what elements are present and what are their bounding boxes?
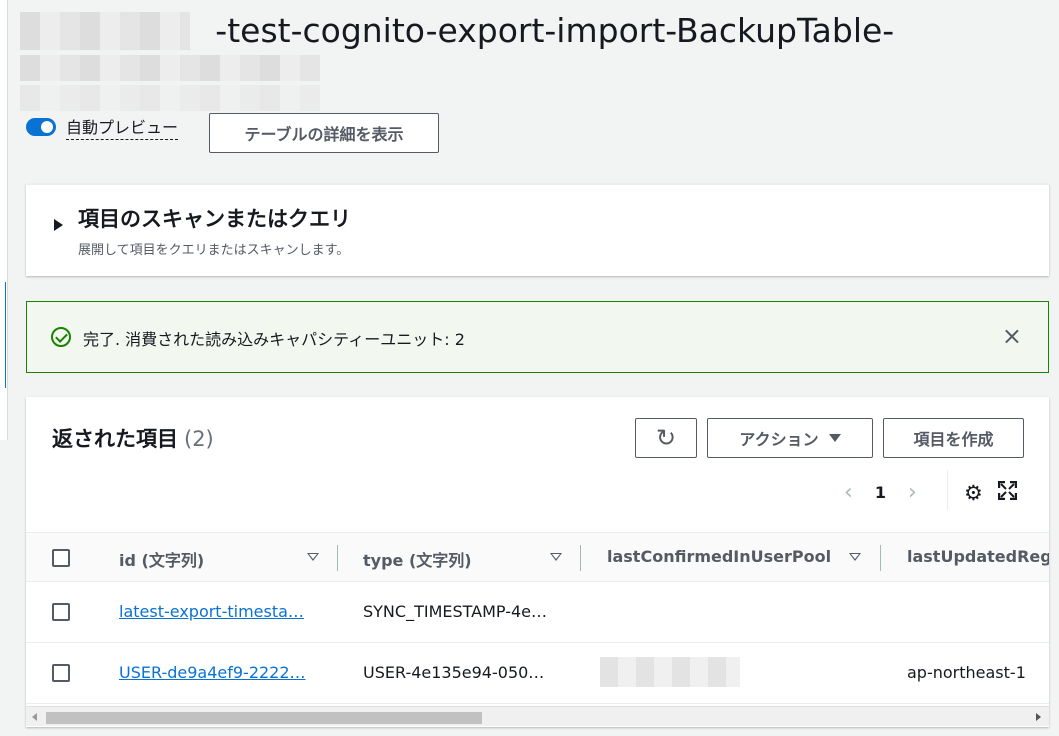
actions-label: アクション [739, 430, 819, 449]
scan-query-panel[interactable]: 項目のスキャンまたはクエリ 展開して項目をクエリまたはスキャンします。 [26, 184, 1049, 276]
item-last-updated-region: ap-northeast-1 [907, 663, 1026, 682]
table-header: id (文字列) type (文字列) lastConfirmedInUserP… [26, 532, 1049, 582]
page-number[interactable]: 1 [875, 483, 886, 502]
items-title: 返された項目 (2) [52, 423, 214, 453]
scan-panel-description: 展開して項目をクエリまたはスキャンします。 [78, 243, 350, 258]
success-banner: 完了. 消費された読み込みキャパシティーユニット: 2 × [26, 301, 1049, 373]
select-all-checkbox[interactable] [52, 549, 70, 567]
view-table-details-button[interactable]: テーブルの詳細を表示 [209, 113, 439, 153]
scrollbar-thumb[interactable] [46, 712, 482, 724]
dynamodb-explore-items-page: xxxxxxxxxx-test-cognito-export-import-Ba… [0, 0, 1059, 736]
sort-icon[interactable] [849, 553, 861, 561]
scroll-right-icon[interactable] [1036, 713, 1041, 721]
items-title-text: 返された項目 [52, 427, 178, 451]
sort-icon[interactable] [550, 553, 562, 561]
pagination: ‹ 1 › [844, 480, 917, 505]
success-check-icon [51, 327, 71, 347]
scan-panel-title[interactable]: 項目のスキャンまたはクエリ [78, 203, 351, 233]
column-header-type[interactable]: type (文字列) [363, 547, 472, 571]
item-type: SYNC_TIMESTAMP-4e… [363, 602, 548, 621]
table-row: latest-export-timesta… SYNC_TIMESTAMP-4e… [26, 582, 1049, 643]
returned-items-panel: 返された項目 (2) ↻ アクション 項目を作成 ‹ 1 › ⚙ id (文字列)… [26, 397, 1049, 727]
redacted-value [600, 657, 740, 687]
row-checkbox[interactable] [52, 664, 70, 682]
caret-down-icon [828, 434, 841, 442]
column-divider[interactable] [580, 545, 581, 571]
sort-icon[interactable] [307, 553, 319, 561]
sidebar-edge [0, 0, 8, 440]
chevron-left-icon[interactable]: ‹ [844, 480, 853, 505]
items-count: (2) [184, 427, 214, 451]
column-divider[interactable] [337, 545, 338, 571]
pager-divider [947, 470, 948, 510]
redacted-title-suffix [20, 55, 320, 81]
actions-dropdown-button[interactable]: アクション [707, 418, 873, 458]
column-divider[interactable] [880, 545, 881, 571]
create-item-button[interactable]: 項目を作成 [883, 418, 1024, 458]
item-type: USER-4e135e94-050… [363, 663, 545, 682]
horizontal-scrollbar[interactable] [26, 706, 1049, 726]
fullscreen-expand-icon[interactable] [998, 481, 1017, 500]
auto-preview-toggle[interactable] [26, 118, 56, 136]
refresh-button[interactable]: ↻ [635, 418, 697, 458]
auto-preview-label[interactable]: 自動プレビュー [66, 114, 179, 140]
banner-message: 完了. 消費された読み込みキャパシティーユニット: 2 [83, 330, 465, 349]
redacted-title-suffix-faint [20, 85, 320, 111]
auto-preview-toggle-row: 自動プレビュー [26, 114, 179, 140]
chevron-right-icon[interactable]: › [908, 480, 917, 505]
settings-gear-icon[interactable]: ⚙ [964, 481, 983, 505]
column-header-last-updated-region[interactable]: lastUpdatedRegio [907, 547, 1049, 566]
redacted-title-prefix [20, 12, 190, 50]
expand-caret-icon[interactable] [54, 219, 63, 231]
row-checkbox[interactable] [52, 603, 70, 621]
sidebar-active-marker [0, 282, 6, 388]
column-header-last-confirmed[interactable]: lastConfirmedInUserPool [607, 547, 831, 566]
item-id-link[interactable]: latest-export-timesta… [119, 602, 304, 621]
item-id-link[interactable]: USER-de9a4ef9-2222… [119, 663, 306, 682]
column-header-id[interactable]: id (文字列) [119, 547, 204, 571]
table-row: USER-de9a4ef9-2222… USER-4e135e94-050… a… [26, 643, 1049, 704]
refresh-icon: ↻ [655, 424, 677, 452]
scroll-left-icon[interactable] [32, 713, 37, 721]
close-icon[interactable]: × [1002, 322, 1022, 350]
